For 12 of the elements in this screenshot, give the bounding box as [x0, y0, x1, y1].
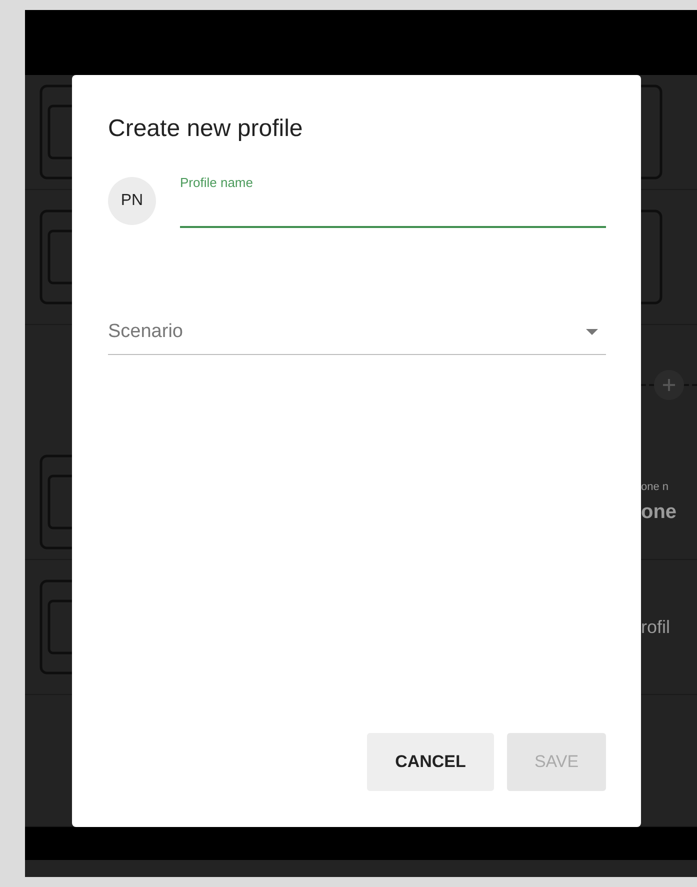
cancel-button[interactable]: CANCEL	[367, 733, 494, 791]
dialog-title: Create new profile	[108, 115, 303, 143]
add-icon[interactable]	[654, 370, 684, 400]
profile-name-field[interactable]: Profile name	[180, 173, 606, 228]
zone-name-label: one n	[641, 480, 670, 492]
scenario-dropdown[interactable]: Scenario	[108, 310, 606, 355]
phone-icon	[641, 84, 663, 180]
avatar: PN	[108, 176, 156, 224]
profile-label: rofil	[641, 616, 670, 638]
phone-icon	[641, 209, 663, 305]
zone-name-value: one	[641, 500, 677, 524]
caret-icon	[586, 329, 598, 335]
